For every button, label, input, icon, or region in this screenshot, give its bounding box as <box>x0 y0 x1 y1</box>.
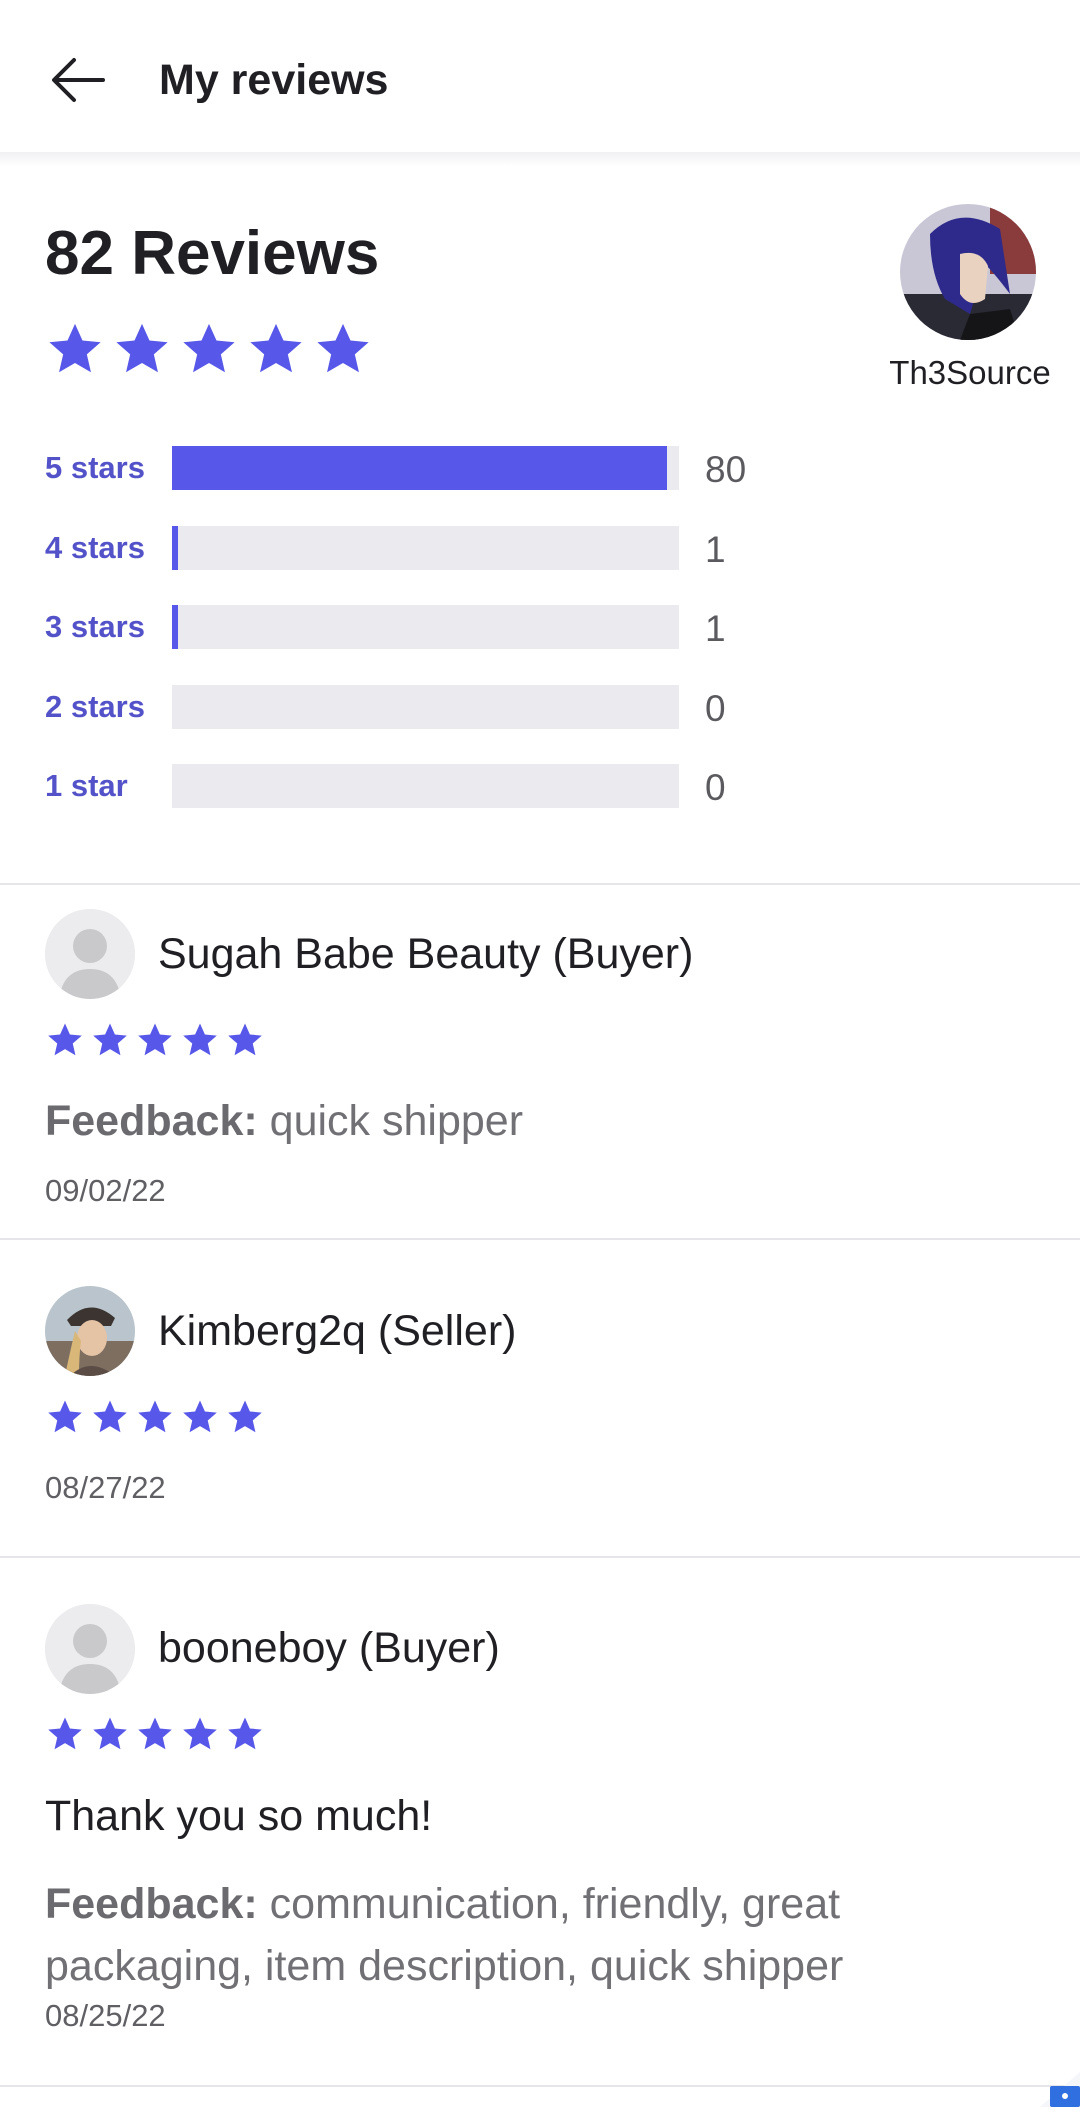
review-comment: Thank you so much! <box>45 1792 433 1840</box>
reviewer-name[interactable]: Sugah Babe Beauty (Buyer) <box>158 926 693 982</box>
histogram-bar-track <box>172 526 679 570</box>
histogram-bar-track <box>172 764 679 808</box>
profile-avatar[interactable] <box>900 204 1036 340</box>
feedback-text: quick shipper <box>257 1097 524 1145</box>
feedback-label: Feedback: <box>45 1097 258 1145</box>
user-photo <box>45 1286 135 1376</box>
star-icon <box>250 323 302 373</box>
review-rating-stars <box>46 1715 264 1753</box>
histogram-bar-track <box>172 605 679 649</box>
reviewer-avatar[interactable] <box>45 1604 135 1694</box>
top-app-bar: My reviews <box>0 0 1080 162</box>
lock-icon <box>1040 2072 1080 2107</box>
review-date: 09/02/22 <box>45 1173 166 1208</box>
histogram-bar-fill <box>172 526 178 570</box>
star-icon <box>93 1400 127 1433</box>
reviewer-name[interactable]: Kimberg2q (Seller) <box>158 1303 516 1359</box>
histogram-row-2-stars[interactable]: 2 stars 0 <box>45 685 805 729</box>
star-icon <box>49 323 101 373</box>
star-icon <box>228 1717 262 1750</box>
feedback-label: Feedback: <box>45 1880 258 1928</box>
profile-username[interactable]: Th3Source <box>860 352 1080 394</box>
star-icon <box>183 1717 217 1750</box>
histogram-row-5-stars[interactable]: 5 stars 80 <box>45 446 805 490</box>
star-icon <box>183 1023 217 1056</box>
default-user-icon <box>45 1604 135 1694</box>
star-icon <box>48 1717 82 1750</box>
histogram-bar-fill <box>172 446 667 490</box>
histogram-bar-track <box>172 685 679 729</box>
star-icon <box>138 1023 172 1056</box>
review-divider <box>0 2085 1080 2087</box>
histogram-bar-fill <box>172 605 178 649</box>
back-button[interactable] <box>48 52 108 108</box>
star-icon <box>93 1717 127 1750</box>
histogram-row-3-stars[interactable]: 3 stars 1 <box>45 605 805 649</box>
review-item: Sugah Babe Beauty (Buyer) Feedback: quic… <box>0 885 1080 1239</box>
star-icon <box>228 1400 262 1433</box>
review-rating-stars <box>46 1021 264 1059</box>
default-user-icon <box>45 909 135 999</box>
review-item: booneboy (Buyer) Thank you so much! Feed… <box>0 1558 1080 2088</box>
histogram-count: 0 <box>705 688 726 729</box>
review-date: 08/25/22 <box>45 1998 166 2033</box>
histogram-label: 1 star <box>45 768 128 803</box>
reviews-count-title: 82 Reviews <box>45 219 380 288</box>
star-icon <box>48 1023 82 1056</box>
header-divider <box>0 152 1080 166</box>
histogram-count: 1 <box>705 608 726 649</box>
histogram-count: 1 <box>705 529 726 570</box>
star-icon <box>93 1023 127 1056</box>
summary-rating-stars <box>46 320 372 382</box>
star-icon <box>183 323 235 373</box>
reviewer-avatar[interactable] <box>45 909 135 999</box>
histogram-row-4-stars[interactable]: 4 stars 1 <box>45 526 805 570</box>
reviewer-avatar[interactable] <box>45 1286 135 1376</box>
review-item: Kimberg2q (Seller) 08/27/22 <box>0 1240 1080 1556</box>
review-feedback: Feedback: communication, friendly, great… <box>45 1873 1045 1997</box>
star-icon <box>228 1023 262 1056</box>
page-title: My reviews <box>159 56 389 104</box>
corner-badge-button[interactable] <box>1040 2072 1080 2107</box>
histogram-row-1-star[interactable]: 1 star 0 <box>45 764 805 808</box>
histogram-count: 0 <box>705 767 726 808</box>
star-icon <box>317 323 369 373</box>
review-date: 08/27/22 <box>45 1470 166 1505</box>
reviewer-name[interactable]: booneboy (Buyer) <box>158 1620 500 1676</box>
histogram-count: 80 <box>705 449 747 490</box>
star-icon <box>138 1717 172 1750</box>
histogram-bar-track <box>172 446 679 490</box>
avatar-image <box>900 204 1036 340</box>
review-rating-stars <box>46 1398 264 1436</box>
star-icon <box>138 1400 172 1433</box>
review-feedback: Feedback: quick shipper <box>45 1090 1045 1152</box>
star-icon <box>116 323 168 373</box>
histogram-label: 4 stars <box>45 530 145 565</box>
star-icon <box>48 1400 82 1433</box>
histogram-label: 5 stars <box>45 450 145 485</box>
histogram-label: 2 stars <box>45 689 145 724</box>
arrow-left-icon <box>52 58 105 102</box>
star-icon <box>183 1400 217 1433</box>
histogram-label: 3 stars <box>45 609 145 644</box>
